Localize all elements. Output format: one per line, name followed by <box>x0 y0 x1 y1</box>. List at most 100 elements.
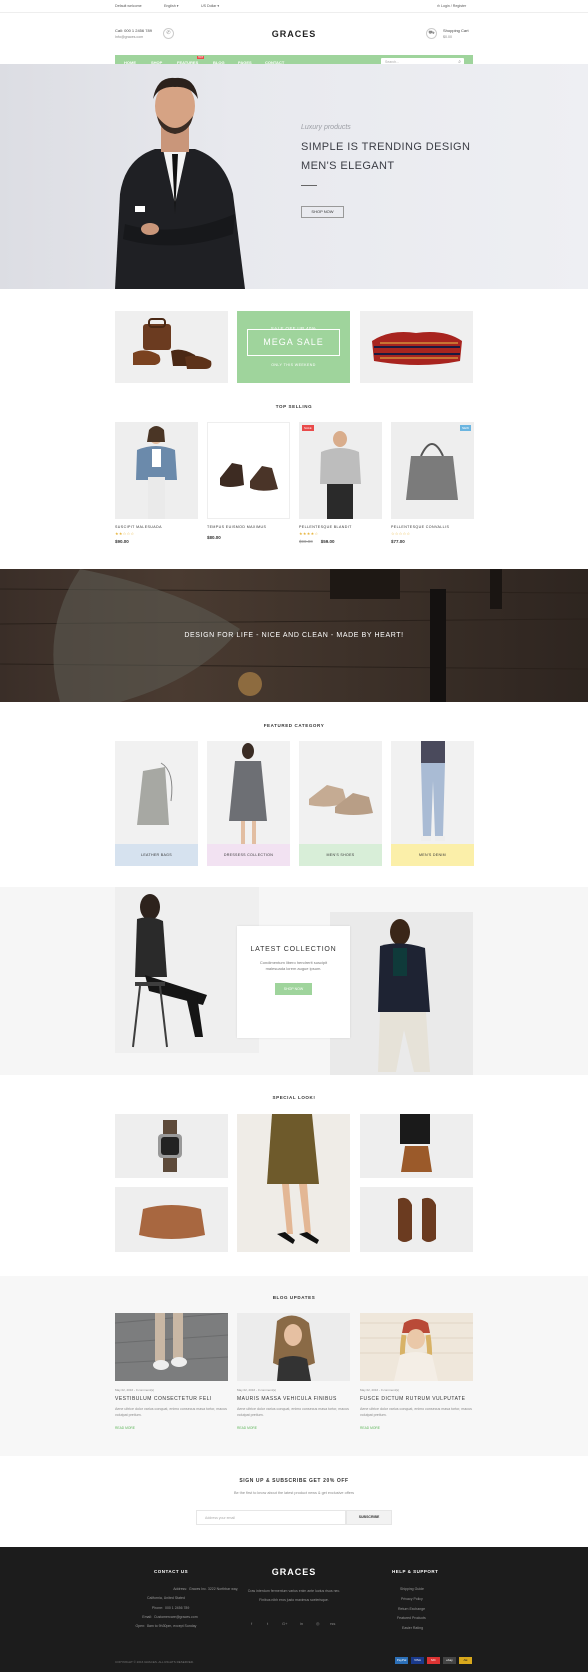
footer-open: 8am to 9h30pm, except Sunday <box>147 1624 197 1628</box>
sale-badge: SALE <box>302 425 314 431</box>
paypal-icon: PayPal <box>395 1657 408 1664</box>
top-bar: Default welcome English ▾ US Dollar ▾ ⊖ … <box>0 0 588 13</box>
blog-updates-title: BLOG UPDATES <box>272 1295 316 1300</box>
login-link[interactable]: ⊖ Login / Register <box>437 4 466 8</box>
category-card[interactable]: LEATHER BAGS <box>115 741 198 866</box>
cart-icon[interactable]: ⛟ <box>426 28 437 39</box>
subscribe-email-input[interactable]: Address your email <box>196 1510 346 1525</box>
design-banner: DESIGN FOR LIFE - NICE AND CLEAN - MADE … <box>0 569 588 702</box>
product-image[interactable]: SALE <box>299 422 382 519</box>
latest-collection-title: LATEST COLLECTION <box>250 946 337 953</box>
facebook-icon[interactable]: f <box>251 1621 252 1626</box>
promo-blanket-banner[interactable] <box>360 311 473 383</box>
product-card[interactable]: NEW PELLENTESQUE CONVALLIS ☆☆☆☆☆ $77.00 <box>391 422 474 544</box>
currency-select[interactable]: US Dollar ▾ <box>201 4 219 8</box>
product-name[interactable]: PELLENTESQUE BLANDIT <box>299 525 382 529</box>
footer-email[interactable]: Customercare@graces.com <box>154 1615 198 1619</box>
blog-post-title[interactable]: FUSCE DICTUM RUTRUM VULPUTATE <box>360 1396 473 1402</box>
linkedin-icon[interactable]: in <box>300 1621 303 1626</box>
only-weekend-text: ONLY THIS WEEKEND <box>271 363 316 367</box>
footer-help-link[interactable]: Shipping Guide <box>400 1587 424 1591</box>
category-card[interactable]: MEN'S SHOES <box>299 741 382 866</box>
product-name[interactable]: PELLENTESQUE CONVALLIS <box>391 525 474 529</box>
special-watch-tile[interactable] <box>115 1114 228 1178</box>
footer-help-link[interactable]: Return Exchange <box>398 1607 425 1611</box>
product-image[interactable] <box>115 422 198 519</box>
special-bag-tile[interactable] <box>360 1114 473 1178</box>
category-label[interactable]: LEATHER BAGS <box>115 844 198 866</box>
sale-off-text: SALE OFF UP 40% <box>270 326 317 331</box>
footer-help-link[interactable]: Featured Products <box>397 1616 426 1620</box>
google-plus-icon[interactable]: G+ <box>282 1621 287 1626</box>
hero-shop-now-button[interactable]: SHOP NOW <box>301 206 344 218</box>
hero-title-line1: SIMPLE IS TRENDING DESIGN <box>301 141 471 153</box>
blog-post-title[interactable]: MAURIS MASSA VEHICULA FINIBUS <box>237 1396 350 1402</box>
footer-help-link[interactable]: Privacy Policy <box>401 1597 423 1601</box>
product-price: $90.00 <box>115 539 129 544</box>
promo-shoes-banner[interactable] <box>115 311 228 383</box>
special-skirt-tile[interactable] <box>237 1114 350 1252</box>
site-logo[interactable]: GRACES <box>0 29 588 39</box>
twitter-icon[interactable]: t <box>267 1621 268 1626</box>
blog-post-meta: May 02, 2016 - 0 comment(s) <box>360 1388 400 1392</box>
footer-help-link[interactable]: Easier Rating <box>402 1626 423 1630</box>
subscribe-title: SIGN UP & SUBSCRIBE GET 20% OFF <box>239 1478 349 1484</box>
category-image[interactable] <box>391 741 474 844</box>
footer-phone-label: Phone: <box>151 1606 163 1610</box>
read-more-link[interactable]: READ MORE <box>237 1426 350 1430</box>
special-look-title: SPECIAL LOOK! <box>272 1095 316 1100</box>
blog-post-title[interactable]: VESTIBULUM CONSECTETUR FELI <box>115 1396 228 1402</box>
special-shoes-tile[interactable] <box>360 1187 473 1252</box>
category-image[interactable] <box>207 741 290 844</box>
mega-sale-banner[interactable]: SALE OFF UP 40% MEGA SALE ONLY THIS WEEK… <box>237 311 350 383</box>
blog-post-image[interactable] <box>360 1313 473 1381</box>
language-select[interactable]: English ▾ <box>164 4 179 8</box>
category-label[interactable]: MEN'S SHOES <box>299 844 382 866</box>
footer-about-2: Finibus nibh eros justo maximus sceleris… <box>259 1598 329 1602</box>
footer-about-1: Cras interdum fermentum varius enim ante… <box>247 1589 341 1593</box>
category-image[interactable] <box>299 741 382 844</box>
blog-post-excerpt: Aene ultrice dolor varius conquat, enimo… <box>115 1407 227 1417</box>
read-more-link[interactable]: READ MORE <box>360 1426 473 1430</box>
rss-icon[interactable]: rss <box>330 1621 335 1626</box>
slider-dots[interactable] <box>287 282 297 289</box>
product-card[interactable]: TEMPUS EUISMOD MAXIMUS $80.00 <box>207 422 290 540</box>
instagram-icon[interactable]: ◎ <box>316 1621 320 1626</box>
banner-slogan: DESIGN FOR LIFE - NICE AND CLEAN - MADE … <box>184 632 404 639</box>
blog-post[interactable]: May 02, 2016 - 0 comment(s) VESTIBULUM C… <box>115 1313 228 1430</box>
footer-logo[interactable]: GRACES <box>0 1567 588 1577</box>
product-image[interactable]: NEW <box>391 422 474 519</box>
latest-collection-card: LATEST COLLECTION Condimentum libero hen… <box>237 926 350 1038</box>
product-image[interactable] <box>207 422 290 519</box>
read-more-link[interactable]: READ MORE <box>115 1426 228 1430</box>
hero-divider <box>301 185 317 186</box>
hero-subtitle: Luxury products <box>301 124 351 131</box>
blog-post-image[interactable] <box>115 1313 228 1381</box>
special-pouch-tile[interactable] <box>115 1187 228 1252</box>
footer: CONTACT US Address: Graces Inc. 3222 Nor… <box>0 1547 588 1672</box>
footer-phone: 000 1 2456 789 <box>165 1606 190 1610</box>
subscribe-button[interactable]: SUBSCRIBE <box>346 1510 392 1525</box>
category-label[interactable]: MEN'S DENIM <box>391 844 474 866</box>
hero-slider: Luxury products SIMPLE IS TRENDING DESIG… <box>0 64 588 289</box>
category-label[interactable]: DRESSESS COLLECTION <box>207 844 290 866</box>
product-name[interactable]: SUSCIPIT MALESUADA <box>115 525 198 529</box>
hot-badge: HOT <box>197 56 205 59</box>
category-image[interactable] <box>115 741 198 844</box>
latest-model-right-image <box>330 912 473 1075</box>
blog-post[interactable]: May 02, 2016 - 0 comment(s) MAURIS MASSA… <box>237 1313 350 1430</box>
product-rating: ★★☆☆☆ <box>115 531 135 536</box>
footer-open-label: Open: <box>135 1624 145 1628</box>
product-name[interactable]: TEMPUS EUISMOD MAXIMUS <box>207 525 290 529</box>
cart-label[interactable]: Shopping Cart <box>443 28 469 33</box>
latest-shop-now-button[interactable]: SHOP NOW <box>274 983 313 995</box>
blog-post[interactable]: May 02, 2016 - 0 comment(s) FUSCE DICTUM… <box>360 1313 473 1430</box>
category-card[interactable]: DRESSESS COLLECTION <box>207 741 290 866</box>
category-card[interactable]: MEN'S DENIM <box>391 741 474 866</box>
product-card[interactable]: SUSCIPIT MALESUADA ★★☆☆☆ $90.00 <box>115 422 198 544</box>
hero-title-line2: MEN'S ELEGANT <box>301 160 395 172</box>
product-card[interactable]: SALE PELLENTESQUE BLANDIT ★★★★☆ $90.00 $5… <box>299 422 382 544</box>
product-price: $80.00 <box>207 535 221 540</box>
ebay-icon: ebay <box>443 1657 456 1664</box>
blog-post-image[interactable] <box>237 1313 350 1381</box>
